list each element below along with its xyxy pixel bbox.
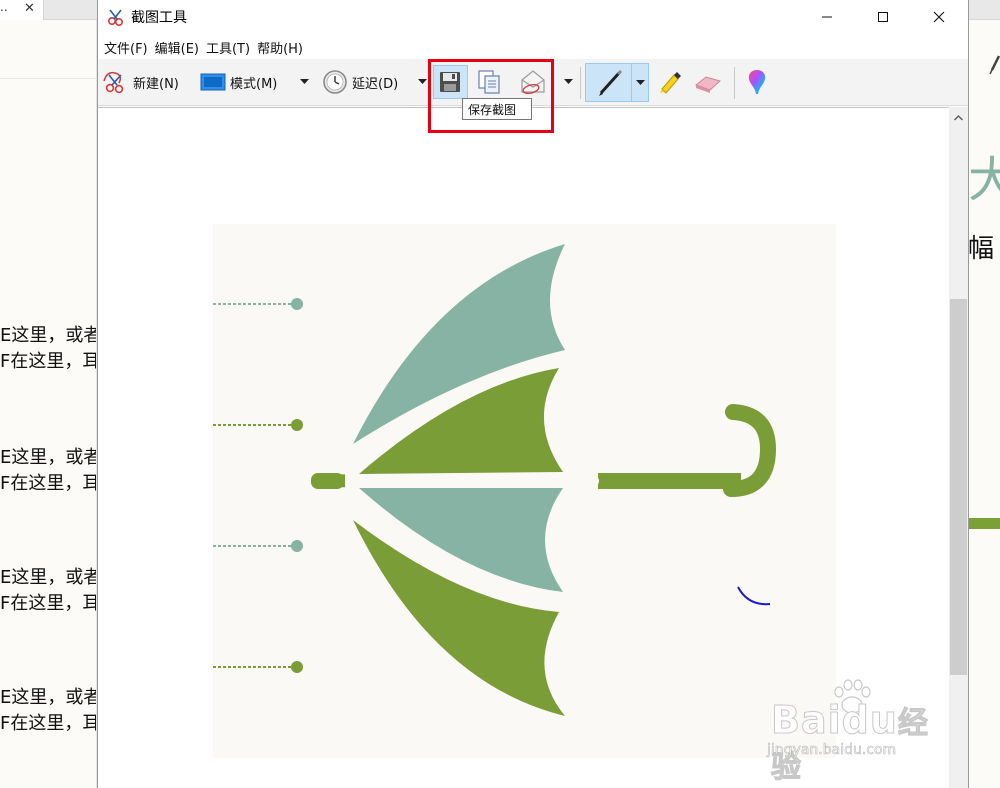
mode-dropdown-arrow[interactable] (296, 66, 312, 98)
mode-label: 模式(M) (230, 76, 278, 92)
paint3d-icon (748, 70, 766, 94)
document-text-glyph: 幅 (968, 234, 995, 264)
document-text-line: F在这里，耳 (0, 713, 97, 734)
document-green-bar (968, 518, 1000, 529)
watermark-brand-part: Bai (771, 698, 842, 743)
document-text-line: F在这里，耳 (0, 593, 97, 614)
chevron-up-icon (954, 115, 963, 121)
document-text-line: E这里，或者 (0, 567, 97, 588)
chevron-down-icon (299, 79, 309, 84)
watermark-brand-part: du (841, 698, 898, 743)
menu-help[interactable]: 帮助(H) (251, 36, 303, 58)
chevron-down-icon (417, 79, 427, 84)
toolbar-separator (580, 67, 581, 99)
scroll-thumb[interactable] (950, 299, 967, 675)
title-bar: 截图工具 (98, 0, 968, 34)
minimize-icon (822, 16, 832, 18)
eraser-button[interactable] (692, 66, 722, 98)
scissors-icon (103, 71, 124, 94)
document-text-line: E这里，或者 (0, 325, 97, 346)
highlight-annotation-box (428, 59, 554, 133)
chevron-down-icon (563, 79, 573, 84)
close-icon[interactable]: ✕ (24, 1, 35, 16)
rectangle-snip-icon (200, 73, 226, 91)
mode-button[interactable]: 模式(M) (200, 66, 277, 98)
watermark-url: jingyan.baidu.com (767, 742, 897, 759)
chevron-down-icon[interactable] (636, 80, 645, 86)
background-tab[interactable]: .. ✕ (0, 0, 44, 20)
maximize-button[interactable] (854, 0, 912, 34)
send-dropdown-arrow[interactable] (560, 66, 576, 98)
document-text-line: F在这里，耳 (0, 473, 97, 494)
toolbar-separator (734, 67, 735, 99)
scroll-up-button[interactable] (949, 111, 968, 125)
minimize-button[interactable] (798, 0, 856, 34)
snipping-tool-window: 截图工具 文件(F) 编辑(E) 工具(T) 帮助(H) 新建(N) 模式(M)… (97, 0, 969, 788)
menu-file[interactable]: 文件(F) (98, 36, 148, 58)
pen-button[interactable] (585, 63, 649, 102)
background-tab-title: .. (0, 0, 8, 14)
pen-split (631, 64, 632, 101)
menu-edit[interactable]: 编辑(E) (149, 36, 199, 58)
close-icon (933, 11, 945, 23)
document-text-line: F在这里，耳 (0, 351, 97, 372)
window-title: 截图工具 (131, 10, 187, 26)
maximize-icon (878, 12, 888, 22)
new-snip-label: 新建(N) (133, 76, 179, 92)
delay-label: 延迟(D) (352, 76, 399, 92)
dashed-connectors (213, 298, 303, 673)
document-text-line: E这里，或者 (0, 447, 97, 468)
document-divider (0, 78, 96, 79)
scissors-icon (107, 9, 124, 27)
menu-bar: 文件(F) 编辑(E) 工具(T) 帮助(H) (98, 36, 968, 58)
background-document-right: 大 幅 (968, 20, 1000, 788)
clock-icon (323, 70, 347, 94)
pen-icon (599, 69, 623, 96)
pen-icon (989, 55, 1000, 75)
document-text-line: E这里，或者 (0, 687, 97, 708)
background-document-left: E这里，或者 F在这里，耳 E这里，或者 F在这里，耳 E这里，或者 F在这里，… (0, 20, 97, 788)
menu-tools[interactable]: 工具(T) (200, 36, 250, 58)
new-snip-button[interactable]: 新建(N) (101, 66, 179, 98)
baidu-watermark: Baidu经验 jingyan.baidu.com (743, 678, 953, 786)
highlighter-icon (660, 72, 681, 94)
highlighter-button[interactable] (654, 66, 684, 98)
document-heading-glyph: 大 (968, 152, 1000, 208)
eraser-icon (694, 76, 722, 93)
paint3d-button[interactable] (744, 66, 770, 98)
umbrella-canopy (353, 244, 565, 716)
pen-stroke (737, 586, 771, 606)
delay-button[interactable]: 延迟(D) (322, 66, 398, 98)
close-button[interactable] (910, 0, 968, 34)
